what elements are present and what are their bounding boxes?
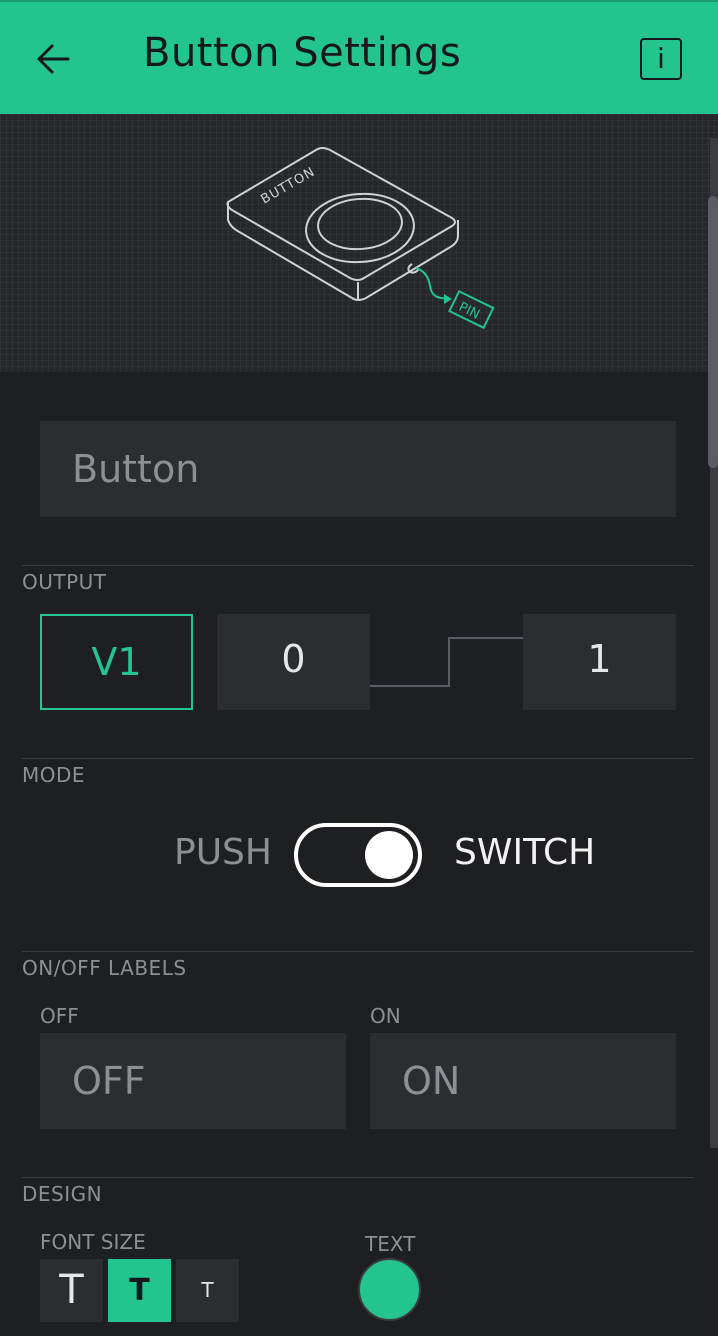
button-device-illustration: BUTTON PIN bbox=[226, 147, 495, 330]
off-label-input[interactable]: OFF bbox=[40, 1033, 346, 1129]
back-button[interactable] bbox=[30, 36, 76, 82]
button-settings-screen: Button Settings i BUTTON PIN Button OUTP… bbox=[0, 0, 718, 1336]
on-label-input[interactable]: ON bbox=[370, 1033, 676, 1129]
widget-illustration: BUTTON PIN bbox=[0, 114, 718, 372]
section-divider bbox=[22, 1177, 694, 1178]
output-range-line bbox=[370, 637, 523, 687]
app-header: Button Settings i bbox=[0, 0, 718, 114]
mode-switch-label[interactable]: SWITCH bbox=[454, 832, 595, 873]
off-label-caption: OFF bbox=[40, 1004, 79, 1028]
toggle-knob bbox=[365, 831, 413, 879]
font-size-medium-button[interactable]: T bbox=[108, 1259, 171, 1322]
section-divider bbox=[22, 951, 694, 952]
font-size-large-button[interactable]: T bbox=[40, 1259, 103, 1322]
text-color-caption: TEXT bbox=[365, 1232, 416, 1256]
arrow-left-icon bbox=[37, 44, 70, 74]
info-button[interactable]: i bbox=[640, 38, 682, 80]
pin-tag-label: PIN bbox=[456, 300, 482, 323]
design-section-label: DESIGN bbox=[22, 1182, 103, 1206]
section-divider bbox=[22, 565, 694, 566]
on-label-caption: ON bbox=[370, 1004, 401, 1028]
output-min-input[interactable]: 0 bbox=[217, 614, 370, 710]
text-color-swatch[interactable] bbox=[358, 1258, 421, 1321]
section-divider bbox=[22, 758, 694, 759]
font-size-small-button[interactable]: T bbox=[176, 1259, 239, 1322]
widget-name-input[interactable]: Button bbox=[40, 421, 676, 517]
mode-section-label: MODE bbox=[22, 763, 86, 787]
font-size-caption: FONT SIZE bbox=[40, 1230, 146, 1254]
page-title: Button Settings bbox=[143, 30, 462, 76]
device-label: BUTTON bbox=[259, 164, 319, 207]
output-max-input[interactable]: 1 bbox=[523, 614, 676, 710]
pin-select-button[interactable]: V1 bbox=[40, 614, 193, 710]
labels-section-label: ON/OFF LABELS bbox=[22, 956, 187, 980]
output-section-label: OUTPUT bbox=[22, 570, 107, 594]
scrollbar-thumb[interactable] bbox=[708, 196, 718, 468]
mode-push-label[interactable]: PUSH bbox=[174, 832, 272, 873]
mode-toggle[interactable] bbox=[294, 823, 422, 887]
